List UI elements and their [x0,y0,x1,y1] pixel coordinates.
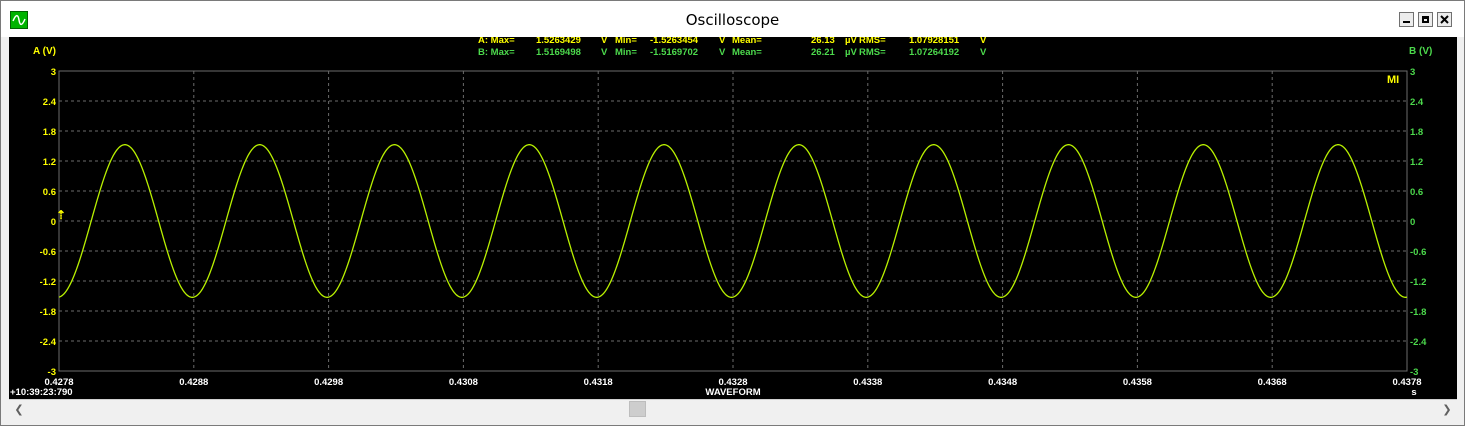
left-axis-tick-label: -1.2 [40,277,56,288]
time-stamp: +10:39:23:790 [10,387,73,398]
b-max-label: B: Max= [478,47,515,58]
channel-b-stats: B: Max= 1.5169498 V Min= -1.5169702 V Me… [478,47,987,58]
right-axis-tick-label: 1.2 [1410,157,1423,168]
right-axis-title: B (V) [1409,46,1432,57]
left-axis-tick-label: -1.8 [40,307,56,318]
left-axis-tick-label: 3 [51,67,56,78]
grid [58,70,1408,372]
a-mean-label: Mean= [732,37,762,46]
right-axis-tick-label: 0.6 [1410,187,1423,198]
time-axis-tick-label: 0.4348 [988,377,1017,388]
right-axis-tick-label: -0.6 [1410,247,1426,258]
a-min-unit: V [719,37,726,46]
trigger-marker-icon[interactable]: ⇡ [56,208,66,222]
left-axis-tick-label: -0.6 [40,247,56,258]
right-axis-tick-label: 3 [1410,67,1415,78]
oscilloscope-window: Oscilloscope 3 2.4 1.8 1.2 0.6 0 -0.6 -1.2 -1.8 -… [0,0,1465,426]
oscilloscope-display[interactable]: 3 2.4 1.8 1.2 0.6 0 -0.6 -1.2 -1.8 -2.4 -3 3 2.4 1.8… [9,37,1457,399]
left-axis-tick-label: 1.8 [43,127,56,138]
left-axis-ticks: 32.41.81.20.60-0.6-1.2-1.8-2.4-3 [40,67,57,378]
right-axis-tick-label: -2.4 [1410,337,1427,348]
a-min-value: -1.5263454 [650,37,699,46]
close-icon [1440,15,1449,24]
time-axis-tick-label: 0.4318 [584,377,613,388]
x-axis-unit: s [1411,387,1416,398]
time-axis-tick-label: 0.4308 [449,377,478,388]
b-mean-label: Mean= [732,47,762,58]
a-mean-unit: µV [845,37,857,46]
maximize-icon [1422,16,1429,23]
b-max-unit: V [601,47,608,58]
b-min-value: -1.5169702 [650,47,698,58]
b-rms-value: 1.07264192 [909,47,959,58]
scroll-left-arrow-icon[interactable]: ❮ [11,402,27,418]
window-title: Oscilloscope [685,11,780,29]
left-axis-tick-label: 0.6 [43,187,56,198]
scrollbar-thumb[interactable] [629,401,646,417]
right-axis-tick-label: 2.4 [1410,97,1424,108]
a-max-label: A: Max= [478,37,515,46]
time-axis-tick-label: 0.4298 [314,377,343,388]
time-axis-tick-label: 0.4378 [1392,377,1421,388]
channel-a-stats: A: Max= 1.5263429 V Min= -1.5263454 V Me… [478,37,987,46]
right-axis-tick-label: 0 [1410,217,1415,228]
a-mean-value: 26.13 [811,37,835,46]
time-axis-tick-label: 0.4368 [1258,377,1287,388]
horizontal-scrollbar[interactable]: ❮ ❯ [9,399,1457,419]
time-axis-tick-label: 0.4338 [853,377,882,388]
a-max-value: 1.5263429 [536,37,581,46]
right-axis-tick-label: -1.2 [1410,277,1426,288]
mode-badge[interactable]: MI [1387,74,1399,86]
right-axis-ticks: 32.41.81.20.60-0.6-1.2-1.8-2.4-3 [1410,67,1427,378]
a-rms-value: 1.07928151 [909,37,960,46]
minimize-icon [1403,21,1410,23]
close-button[interactable] [1437,12,1452,27]
minimize-button[interactable] [1399,12,1414,27]
title-bar[interactable]: Oscilloscope [1,1,1464,37]
b-min-label: Min= [615,47,637,58]
b-rms-label: RMS= [859,47,886,58]
right-axis-tick-label: -1.8 [1410,307,1426,318]
right-axis-tick-label: 1.8 [1410,127,1423,138]
left-axis-tick-label: -2.4 [40,337,57,348]
left-axis-tick-label: 1.2 [43,157,56,168]
b-rms-unit: V [980,47,987,58]
b-max-value: 1.5169498 [536,47,581,58]
b-min-unit: V [719,47,726,58]
a-rms-label: RMS= [859,37,886,46]
maximize-button[interactable] [1418,12,1433,27]
b-mean-unit: µV [845,47,857,58]
time-axis-tick-label: 0.4288 [179,377,208,388]
time-axis-tick-label: 0.4358 [1123,377,1152,388]
a-min-label: Min= [615,37,637,46]
b-mean-value: 26.21 [811,47,835,58]
scroll-right-arrow-icon[interactable]: ❯ [1439,402,1455,418]
left-axis-tick-label: 2.4 [43,97,57,108]
left-axis-title: A (V) [33,46,56,57]
x-axis-title: WAVEFORM [705,387,760,398]
a-rms-unit: V [980,37,987,46]
a-max-unit: V [601,37,608,46]
